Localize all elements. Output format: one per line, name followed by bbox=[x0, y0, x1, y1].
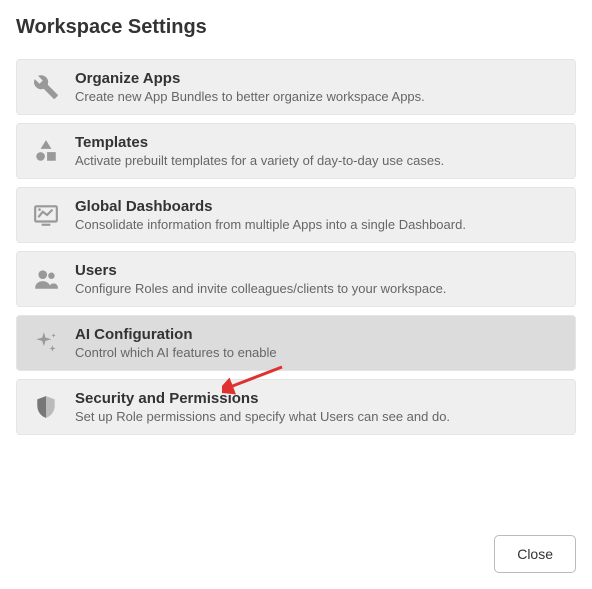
item-title: Security and Permissions bbox=[75, 390, 450, 407]
settings-item-organize-apps[interactable]: Organize Apps Create new App Bundles to … bbox=[16, 59, 576, 115]
users-icon bbox=[31, 264, 61, 294]
item-desc: Control which AI features to enable bbox=[75, 345, 277, 360]
dialog-footer: Close bbox=[494, 535, 576, 573]
item-title: AI Configuration bbox=[75, 326, 277, 343]
sparkle-icon bbox=[31, 328, 61, 358]
settings-item-templates[interactable]: Templates Activate prebuilt templates fo… bbox=[16, 123, 576, 179]
item-desc: Consolidate information from multiple Ap… bbox=[75, 217, 466, 232]
settings-item-security-permissions[interactable]: Security and Permissions Set up Role per… bbox=[16, 379, 576, 435]
page-title: Workspace Settings bbox=[16, 16, 576, 39]
settings-list: Organize Apps Create new App Bundles to … bbox=[16, 59, 576, 435]
settings-item-global-dashboards[interactable]: Global Dashboards Consolidate informatio… bbox=[16, 187, 576, 243]
close-button[interactable]: Close bbox=[494, 535, 576, 573]
shapes-icon bbox=[31, 136, 61, 166]
item-title: Users bbox=[75, 262, 446, 279]
item-desc: Set up Role permissions and specify what… bbox=[75, 409, 450, 424]
item-text: Global Dashboards Consolidate informatio… bbox=[75, 198, 466, 232]
item-text: AI Configuration Control which AI featur… bbox=[75, 326, 277, 360]
tools-icon bbox=[31, 72, 61, 102]
settings-item-ai-configuration[interactable]: AI Configuration Control which AI featur… bbox=[16, 315, 576, 371]
settings-item-users[interactable]: Users Configure Roles and invite colleag… bbox=[16, 251, 576, 307]
item-text: Security and Permissions Set up Role per… bbox=[75, 390, 450, 424]
item-text: Organize Apps Create new App Bundles to … bbox=[75, 70, 425, 104]
item-desc: Activate prebuilt templates for a variet… bbox=[75, 153, 444, 168]
shield-icon bbox=[31, 392, 61, 422]
item-title: Templates bbox=[75, 134, 444, 151]
dashboard-icon bbox=[31, 200, 61, 230]
item-desc: Configure Roles and invite colleagues/cl… bbox=[75, 281, 446, 296]
item-text: Templates Activate prebuilt templates fo… bbox=[75, 134, 444, 168]
item-title: Organize Apps bbox=[75, 70, 425, 87]
item-title: Global Dashboards bbox=[75, 198, 466, 215]
item-desc: Create new App Bundles to better organiz… bbox=[75, 89, 425, 104]
item-text: Users Configure Roles and invite colleag… bbox=[75, 262, 446, 296]
